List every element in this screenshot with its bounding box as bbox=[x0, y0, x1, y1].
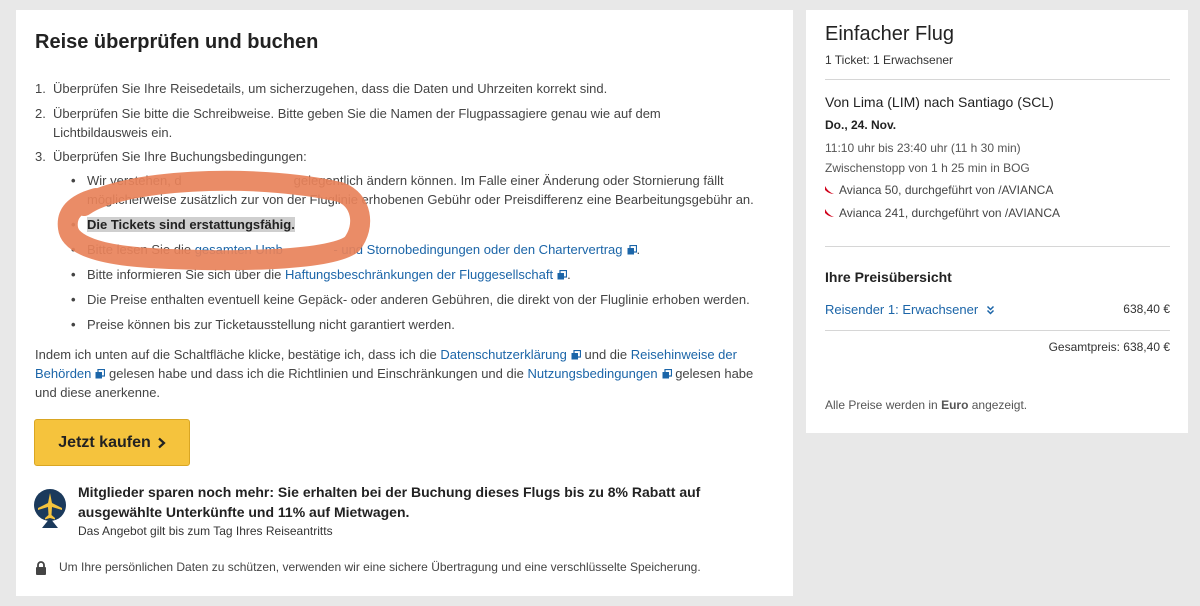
member-promo-subtext: Das Angebot gilt bis zum Tag Ihres Reise… bbox=[78, 524, 333, 538]
step-3: 3. Überprüfen Sie Ihre Buchungsbedingunge… bbox=[35, 149, 307, 164]
traveler-price: 638,40 € bbox=[1123, 302, 1170, 316]
refundable-highlight: Die Tickets sind erstattungsfähig. bbox=[87, 217, 295, 232]
double-chevron-down-icon bbox=[986, 305, 994, 315]
bullet-liability: • Bitte informieren Sie sich über die Haf… bbox=[71, 267, 571, 282]
confirmation-text: Indem ich unten auf die Schaltfläche kli… bbox=[35, 347, 754, 400]
page-title: Reise überprüfen und buchen bbox=[35, 31, 319, 53]
chevron-right-icon bbox=[157, 437, 166, 448]
member-promo-headline: Mitglieder sparen noch mehr: Sie erhalte… bbox=[78, 484, 701, 520]
bullet-change-policy: • Wir verstehen, d gelegentlich ändern kö… bbox=[71, 173, 754, 207]
lock-icon bbox=[36, 561, 46, 575]
airline-logo-icon bbox=[825, 186, 834, 194]
divider bbox=[825, 246, 1170, 247]
price-summary-title: Ihre Preisübersicht bbox=[825, 269, 952, 285]
ticket-count: 1 Ticket: 1 Erwachsener bbox=[825, 53, 954, 67]
review-panel: Reise überprüfen und buchen 1. Überprüfen… bbox=[16, 10, 793, 596]
external-link-icon bbox=[662, 369, 672, 379]
stopover-info: Zwischenstopp von 1 h 25 min in BOG bbox=[825, 161, 1030, 175]
flight-times: 11:10 uhr bis 23:40 uhr (11 h 30 min) bbox=[825, 141, 1021, 155]
bullet-change-conditions: • Bitte lesen Sie die gesamten Umb - und … bbox=[71, 242, 641, 257]
flight-route: Von Lima (LIM) nach Santiago (SCL) bbox=[825, 94, 1054, 110]
airline-logo-icon bbox=[825, 209, 834, 217]
flight-date: Do., 24. Nov. bbox=[825, 118, 897, 132]
bullet-price-guarantee: • Preise können bis zur Ticketausstellung… bbox=[71, 317, 455, 332]
total-price: Gesamtpreis: 638,40 € bbox=[1048, 340, 1170, 354]
carrier-2: Avianca 241, durchgeführt von /AVIANCA bbox=[823, 206, 1060, 220]
step-2: 2. Überprüfen Sie bitte die Schreibweise.… bbox=[35, 106, 661, 140]
bullet-refundable: • Die Tickets sind erstattungsfähig. bbox=[71, 217, 295, 232]
carrier-1: Avianca 50, durchgeführt von /AVIANCA bbox=[823, 183, 1053, 197]
external-link-icon bbox=[627, 245, 637, 255]
terms-of-use-link[interactable]: Nutzungsbedingungen bbox=[527, 366, 672, 381]
step-1: 1. Überprüfen Sie Ihre Reisedetails, um s… bbox=[35, 81, 608, 96]
liability-link[interactable]: Haftungsbeschränkungen der Fluggesellsch… bbox=[285, 267, 568, 282]
divider bbox=[825, 330, 1170, 331]
airplane-badge-icon bbox=[34, 489, 66, 528]
external-link-icon bbox=[571, 350, 581, 360]
security-note: Um Ihre persönlichen Daten zu schützen, … bbox=[59, 560, 701, 574]
currency-note: Alle Preise werden in Euro angezeigt. bbox=[825, 398, 1028, 412]
traveler-price-toggle[interactable]: Reisender 1: Erwachsener bbox=[825, 302, 995, 317]
divider bbox=[825, 79, 1170, 80]
external-link-icon bbox=[95, 369, 106, 379]
external-link-icon bbox=[557, 270, 568, 280]
flight-type-title: Einfacher Flug bbox=[825, 23, 954, 45]
privacy-policy-link[interactable]: Datenschutzerklärung bbox=[440, 347, 581, 362]
bullet-fees: • Die Preise enthalten eventuell keine Ge… bbox=[71, 292, 750, 307]
buy-now-button[interactable]: Jetzt kaufen bbox=[34, 419, 190, 466]
change-conditions-link[interactable]: gesamten Umb - und Stornobedingungen ode… bbox=[195, 242, 637, 257]
trip-summary-panel: Einfacher Flug 1 Ticket: 1 Erwachsener V… bbox=[806, 10, 1188, 433]
